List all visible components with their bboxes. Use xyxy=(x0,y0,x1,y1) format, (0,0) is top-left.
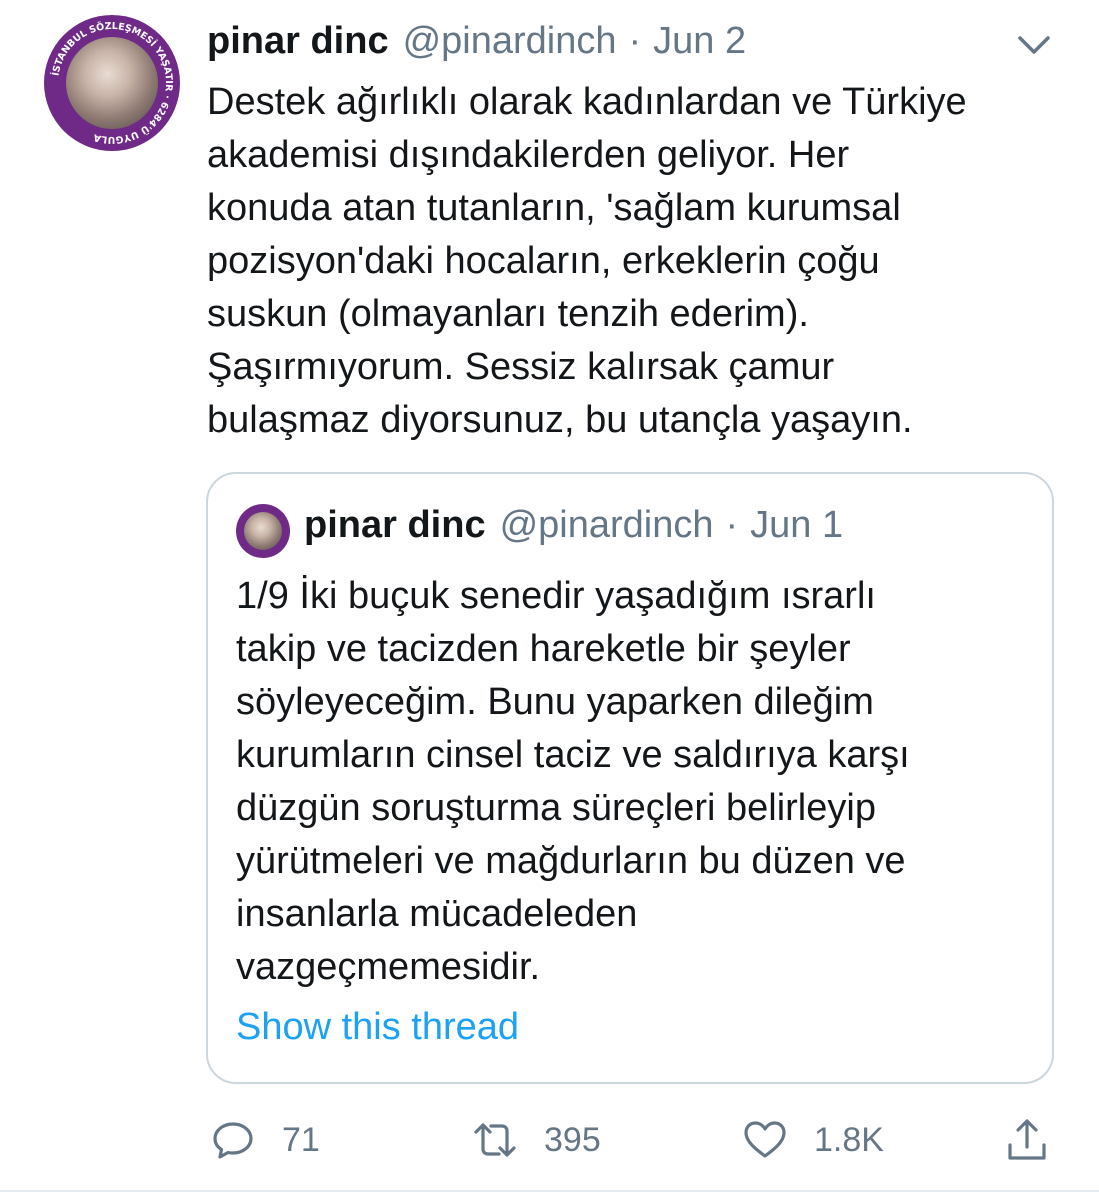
tweet-actions-bar: 71 395 1.8K xyxy=(0,1110,1099,1170)
quoted-tweet-card[interactable]: pinar dinc @pinardinch · Jun 1 1/9 İki b… xyxy=(206,472,1054,1084)
quoted-text-line: yürütmeleri ve mağdurların bu düzen ve xyxy=(236,840,906,882)
quoted-text-line: kurumların cinsel taciz ve saldırıya kar… xyxy=(236,734,910,776)
author-avatar[interactable]: İSTANBUL SÖZLEŞMESİ YAŞATIR · 6284'Ü UYG… xyxy=(44,15,180,151)
quoted-author-handle[interactable]: @pinardinch xyxy=(500,504,714,547)
tweet-text-line: bulaşmaz diyorsunuz, bu utançla yaşayın. xyxy=(207,399,913,441)
quoted-header-separator: · xyxy=(725,504,739,546)
quoted-text-line: takip ve tacizden hareketle bir şeyler xyxy=(236,628,851,670)
quoted-text-line: insanlarla mücadeleden xyxy=(236,893,638,935)
tweet-text-line: suskun (olmayanları tenzih ederim). xyxy=(207,293,809,335)
reply-button[interactable]: 71 xyxy=(210,1110,320,1170)
tweet-header: pinar dinc @pinardinch · Jun 2 xyxy=(207,20,746,68)
divider xyxy=(0,1190,1099,1192)
tweet[interactable]: İSTANBUL SÖZLEŞMESİ YAŞATIR · 6284'Ü UYG… xyxy=(0,0,1099,1200)
show-thread-link[interactable]: Show this thread xyxy=(236,1006,519,1049)
tweet-text-line: konuda atan tutanların, 'sağlam kurumsal xyxy=(207,187,901,229)
chevron-down-icon[interactable] xyxy=(1014,30,1054,60)
quoted-text-line: vazgeçmemesidir. xyxy=(236,946,541,988)
tweet-text-line: Şaşırmıyorum. Sessiz kalırsak çamur xyxy=(207,346,835,388)
quoted-author-name[interactable]: pinar dinc xyxy=(304,504,486,547)
quoted-text-line: söyleyeceğim. Bunu yaparken dileğim xyxy=(236,681,874,723)
quoted-tweet-text: 1/9 İki buçuk senedir yaşadığım ısrarlı … xyxy=(236,570,1036,994)
retweet-count: 395 xyxy=(544,1120,601,1159)
share-icon xyxy=(1008,1119,1046,1160)
avatar-photo xyxy=(66,37,158,129)
retweet-icon xyxy=(474,1123,516,1157)
retweet-button[interactable]: 395 xyxy=(472,1110,601,1170)
tweet-text: Destek ağırlıklı olarak kadınlardan ve T… xyxy=(207,76,1067,447)
like-button[interactable]: 1.8K xyxy=(742,1110,884,1170)
quoted-author-avatar[interactable] xyxy=(236,504,290,558)
header-separator: · xyxy=(628,20,642,62)
reply-icon xyxy=(213,1122,253,1159)
quoted-tweet-header: pinar dinc @pinardinch · Jun 1 xyxy=(304,504,843,547)
tweet-text-line: pozisyon'daki hocaların, erkeklerin çoğu xyxy=(207,240,880,282)
quoted-text-line: 1/9 İki buçuk senedir yaşadığım ısrarlı xyxy=(236,575,876,617)
tweet-text-line: akademisi dışındakilerden geliyor. Her xyxy=(207,134,850,176)
quoted-text-line: düzgün soruşturma süreçleri belirleyip xyxy=(236,787,876,829)
author-name[interactable]: pinar dinc xyxy=(207,20,389,63)
quoted-avatar-photo xyxy=(244,512,282,550)
reply-count: 71 xyxy=(282,1120,320,1159)
quoted-tweet-date[interactable]: Jun 1 xyxy=(750,504,843,547)
author-handle[interactable]: @pinardinch xyxy=(403,20,617,63)
like-count: 1.8K xyxy=(814,1120,884,1159)
share-button[interactable] xyxy=(1004,1110,1050,1170)
tweet-text-line: Destek ağırlıklı olarak kadınlardan ve T… xyxy=(207,81,967,123)
tweet-date[interactable]: Jun 2 xyxy=(653,20,746,63)
heart-icon xyxy=(744,1121,786,1158)
